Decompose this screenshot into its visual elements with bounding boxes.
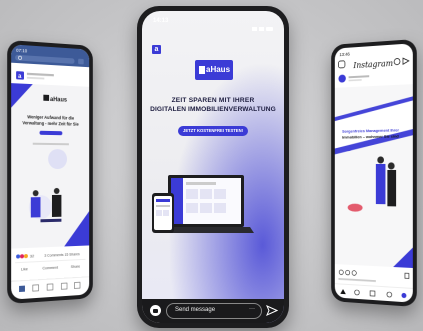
comment-icon[interactable] [346,270,350,275]
phone-facebook: 07:10 a aHaus Weniger Aufwand für die Ve… [7,39,93,305]
send-icon[interactable] [266,305,278,316]
headline-line2: DIGITALEN IMMOBILIENVERWALTUNG [150,106,276,113]
more-options-icon[interactable]: ··· [249,306,255,312]
cta-button[interactable] [39,130,63,136]
haha-reaction-icon [23,254,28,259]
like-button[interactable]: Like [21,267,28,271]
home-tab-icon[interactable] [19,285,25,293]
story-screen: 14:13 a aHaus ZEIT SPAREN MIT IHRER DIGI… [142,11,284,323]
like-reaction-icon [16,254,21,259]
brand-name: aHaus [50,97,68,104]
share-button[interactable]: Share [71,264,80,268]
profile-tab-icon[interactable] [401,292,407,299]
comment-button[interactable]: Comment [42,266,59,271]
profile-avatar [338,74,346,83]
camera-icon[interactable] [338,61,344,68]
home-tab-icon[interactable] [340,288,346,295]
facebook-post: 07:10 a aHaus Weniger Aufwand für die Ve… [11,44,90,299]
facebook-screen: 07:10 a aHaus Weniger Aufwand für die Ve… [11,44,90,300]
comment-share-count: 3 Comments 15 Shares [44,252,80,258]
phone-story: 14:13 a aHaus ZEIT SPAREN MIT IHRER DIGI… [137,6,289,328]
camera-icon[interactable] [150,305,161,316]
person-illustration [30,197,41,218]
groups-tab-icon[interactable] [46,283,54,291]
headline-line1: ZEIT SPAREN MIT IHRER [171,97,255,104]
instagram-screen: 13:46 Instagram Sorgenfreies Management … [334,43,413,303]
brand-logo: aHaus [195,60,233,80]
search-tab-icon[interactable] [355,290,360,295]
direct-message-icon[interactable] [403,58,409,64]
status-time: 13:46 [339,51,350,57]
instagram-post: 13:46 Instagram Sorgenfreies Management … [334,51,413,302]
add-post-icon[interactable] [370,290,375,297]
phone-instagram: 13:46 Instagram Sorgenfreies Management … [331,38,417,308]
share-icon[interactable] [352,271,356,276]
menu-tab-icon[interactable] [74,282,80,288]
logo-mark [43,94,50,101]
person-illustration [375,163,386,205]
igtv-icon[interactable] [394,58,400,64]
story-gradient [142,11,284,323]
device-mockup [152,175,254,233]
status-icons [252,18,274,31]
send-message-placeholder: Send message [175,307,216,313]
brand-name: aHaus [206,65,231,74]
instagram-logo: Instagram [352,59,393,71]
video-tab-icon[interactable] [33,285,39,291]
notifications-tab-icon[interactable] [61,283,67,289]
like-heart-icon[interactable] [339,270,343,275]
status-time: 07:10 [16,48,28,54]
reaction-count: 32 [30,253,34,258]
activity-tab-icon[interactable] [387,292,392,297]
logo-mark [199,66,205,74]
profile-avatar-icon[interactable]: a [152,45,161,54]
send-message-input[interactable]: Send message ··· [166,303,262,319]
messenger-icon[interactable] [78,58,84,65]
cta-button[interactable]: JETZT KOSTENFREI TESTEN! [178,126,248,136]
bookmark-icon[interactable] [405,273,409,278]
love-reaction-icon [20,254,24,259]
